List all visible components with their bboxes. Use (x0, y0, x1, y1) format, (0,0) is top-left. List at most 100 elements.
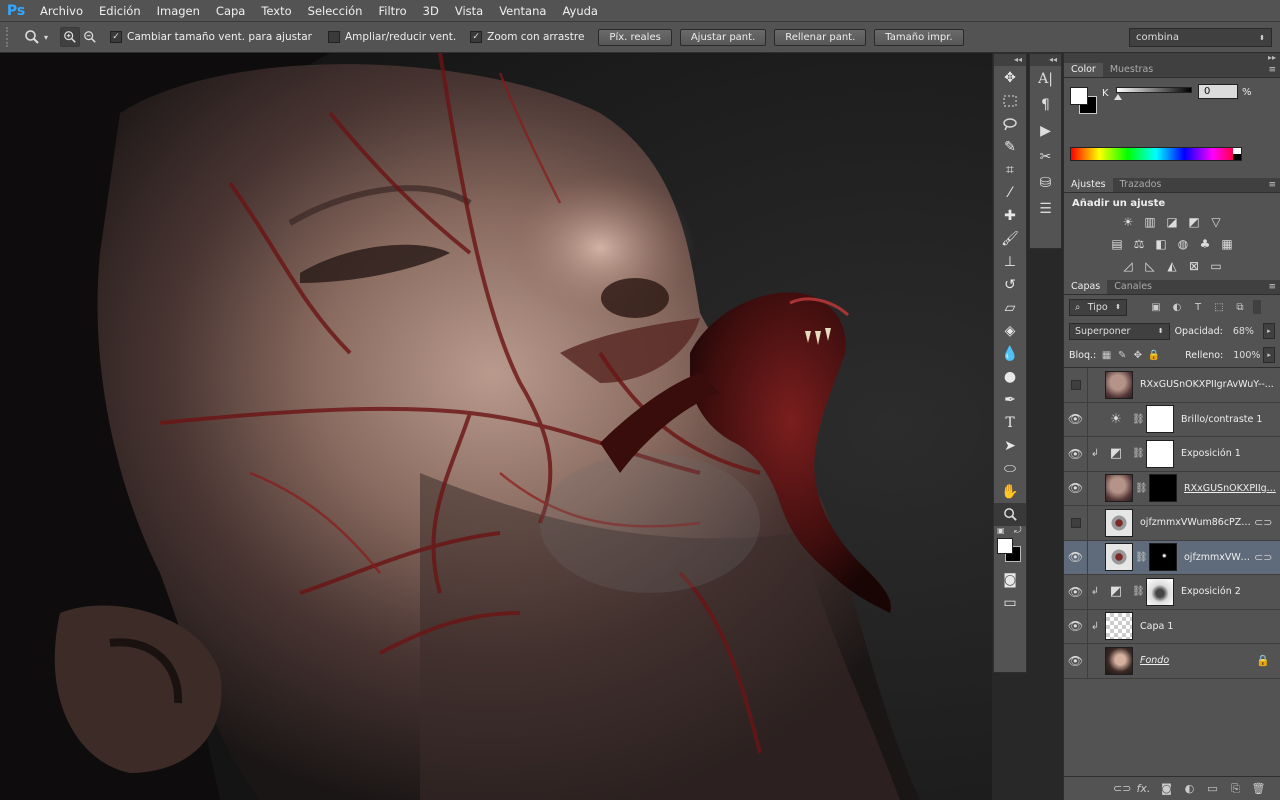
eye-icon[interactable]: 👁 (1064, 574, 1088, 609)
tab-layers[interactable]: Capas (1064, 280, 1108, 294)
fit-screen-button[interactable]: Ajustar pant. (679, 28, 767, 46)
quick-mask-icon[interactable]: ◙ (994, 568, 1026, 591)
visibility-toggle[interactable] (1064, 367, 1088, 402)
paragraph-panel-icon[interactable]: ¶ (1030, 92, 1061, 118)
invert-icon[interactable]: ◿ (1120, 257, 1137, 274)
menu-seleccion[interactable]: Selección (300, 0, 371, 22)
layer-name[interactable]: Fondo (1140, 655, 1254, 666)
layer-mask-thumbnail[interactable] (1149, 543, 1177, 572)
brightness-contrast-icon[interactable]: ☀ (1120, 213, 1137, 230)
vibrance-icon[interactable]: ▽ (1208, 213, 1225, 230)
filter-type-icon[interactable]: T (1190, 299, 1206, 315)
k-slider[interactable] (1116, 87, 1192, 93)
layer-mask-thumbnail[interactable] (1146, 405, 1174, 434)
menu-3d[interactable]: 3D (415, 0, 447, 22)
zoom-in-button[interactable] (60, 27, 81, 47)
layer-name[interactable]: ojfzmmxVWu... (1184, 552, 1254, 563)
eye-icon[interactable]: 👁 (1064, 471, 1088, 506)
path-selection-tool-icon[interactable]: ➤ (994, 434, 1026, 457)
brush-tool-icon[interactable]: 🖌 (994, 227, 1026, 250)
menu-ventana[interactable]: Ventana (491, 0, 554, 22)
foreground-color-swatch[interactable] (997, 538, 1013, 554)
tab-swatches[interactable]: Muestras (1103, 63, 1160, 77)
tab-adjustments[interactable]: Ajustes (1064, 178, 1113, 192)
character-panel-icon[interactable]: A| (1030, 66, 1061, 92)
layer-mask-thumbnail[interactable] (1149, 474, 1177, 503)
layer-mask-thumbnail[interactable] (1146, 439, 1174, 468)
color-balance-icon[interactable]: ⚖ (1131, 235, 1148, 252)
collapse-icon[interactable]: ◂◂ (994, 54, 1026, 66)
eye-icon[interactable]: 👁 (1064, 609, 1088, 644)
layer-name[interactable]: Exposición 1 (1181, 448, 1280, 459)
tab-paths[interactable]: Trazados (1113, 178, 1169, 192)
layer-name[interactable]: Capa 1 (1140, 621, 1280, 632)
default-colors-icon[interactable]: ▣ (997, 526, 1005, 535)
menu-archivo[interactable]: Archivo (32, 0, 91, 22)
move-tool-icon[interactable]: ✥ (994, 66, 1026, 89)
healing-brush-tool-icon[interactable]: ✚ (994, 204, 1026, 227)
lock-all-icon[interactable]: 🔒 (1148, 347, 1160, 363)
blur-tool-icon[interactable]: 💧 (994, 342, 1026, 365)
link-layers-icon[interactable]: ⊂⊃ (1113, 782, 1131, 795)
zoom-tool-icon[interactable] (994, 503, 1026, 526)
fill-slider-button[interactable]: ▸ (1263, 347, 1275, 363)
screen-mode-icon[interactable]: ▭ (994, 591, 1026, 614)
new-layer-icon[interactable]: ⎘ (1228, 782, 1243, 796)
brush-presets-icon[interactable]: ☰ (1030, 196, 1061, 222)
gradient-map-icon[interactable]: ▭ (1208, 257, 1225, 274)
ellipse-tool-icon[interactable]: ⬭ (994, 457, 1026, 480)
eye-icon[interactable]: 👁 (1064, 436, 1088, 471)
workspace-select[interactable]: combina ⬍ (1129, 28, 1272, 47)
menu-capa[interactable]: Capa (208, 0, 253, 22)
layer-row[interactable]: 👁 Fondo 🔒 (1064, 643, 1280, 679)
new-adjustment-icon[interactable]: ◐ (1182, 782, 1197, 795)
paint-bucket-tool-icon[interactable]: ◈ (994, 319, 1026, 342)
fill-screen-button[interactable]: Rellenar pant. (774, 28, 867, 46)
clone-source-icon[interactable]: ⛁ (1030, 170, 1061, 196)
threshold-icon[interactable]: ◭ (1164, 257, 1181, 274)
menu-imagen[interactable]: Imagen (149, 0, 208, 22)
opacity-input[interactable]: 68% (1227, 323, 1258, 339)
eye-icon[interactable]: 👁 (1064, 540, 1088, 575)
exposure-icon[interactable]: ◩ (1186, 213, 1203, 230)
menu-edicion[interactable]: Edición (91, 0, 149, 22)
hand-tool-icon[interactable]: ✋ (994, 480, 1026, 503)
curves-icon[interactable]: ◪ (1164, 213, 1181, 230)
lock-transparency-icon[interactable]: ▦ (1101, 347, 1112, 363)
marquee-tool-icon[interactable] (994, 89, 1026, 112)
clone-stamp-tool-icon[interactable]: ⊥ (994, 250, 1026, 273)
black-white-icon[interactable]: ◧ (1153, 235, 1170, 252)
selective-color-icon[interactable]: ⊠ (1186, 257, 1203, 274)
trash-icon[interactable]: 🗑 (1251, 782, 1266, 795)
foreground-color-swatch[interactable] (1070, 87, 1088, 105)
menu-filtro[interactable]: Filtro (370, 0, 414, 22)
opacity-slider-button[interactable]: ▸ (1262, 323, 1275, 339)
eraser-tool-icon[interactable]: ▱ (994, 296, 1026, 319)
actions-panel-icon[interactable]: ▶ (1030, 118, 1061, 144)
levels-icon[interactable]: ▥ (1142, 213, 1159, 230)
layer-row[interactable]: RXxGUSnOKXPIIgrAvWuY--... (1064, 367, 1280, 403)
layer-row[interactable]: 👁 ↲ ◩ ⛓ Exposición 1 (1064, 436, 1280, 472)
layer-name[interactable]: Exposición 2 (1181, 586, 1280, 597)
history-brush-tool-icon[interactable]: ↺ (994, 273, 1026, 296)
scrubby-zoom-checkbox[interactable]: ✓ Zoom con arrastre (470, 31, 584, 43)
quick-selection-tool-icon[interactable]: ✎ (994, 135, 1026, 158)
link-icon[interactable]: ⛓ (1135, 552, 1148, 563)
print-size-button[interactable]: Tamaño impr. (874, 28, 964, 46)
color-spectrum-bar[interactable] (1070, 147, 1242, 161)
link-icon[interactable]: ⛓ (1135, 483, 1148, 494)
layer-row-selected[interactable]: 👁 ⛓ ojfzmmxVWu... ⊂⊃ (1064, 540, 1280, 575)
eyedropper-tool-icon[interactable]: ⁄ (994, 181, 1026, 204)
menu-vista[interactable]: Vista (447, 0, 491, 22)
filter-shape-icon[interactable]: ⬚ (1211, 299, 1227, 315)
layer-name[interactable]: RXxGUSnOKXPIIgrAvWuY--... (1140, 379, 1280, 390)
filter-toggle[interactable] (1253, 300, 1261, 314)
swap-colors-icon[interactable]: ⤾ (1014, 526, 1022, 536)
lock-position-icon[interactable]: ✥ (1132, 347, 1143, 363)
channel-mixer-icon[interactable]: ♣ (1197, 235, 1214, 252)
tab-channels[interactable]: Canales (1107, 280, 1159, 294)
menu-texto[interactable]: Texto (253, 0, 299, 22)
eye-icon[interactable]: 👁 (1064, 643, 1088, 678)
posterize-icon[interactable]: ◺ (1142, 257, 1159, 274)
layer-name[interactable]: RXxGUSnOKXPIIg... (1184, 483, 1280, 494)
